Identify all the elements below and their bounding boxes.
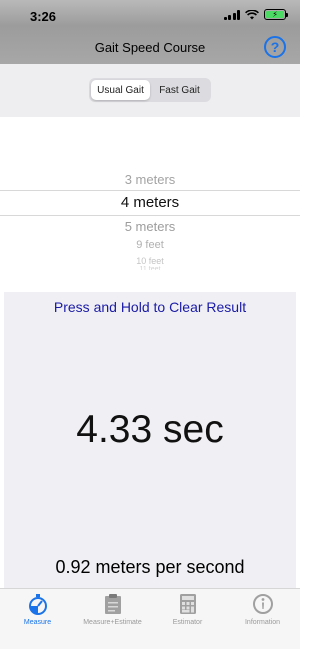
tab-label: Measure+Estimate	[83, 619, 142, 626]
tab-estimator[interactable]: Estimator	[150, 589, 225, 649]
calculator-icon	[175, 592, 201, 616]
cellular-signal-icon	[223, 9, 240, 20]
clipboard-icon	[100, 592, 126, 616]
tab-label: Information	[244, 619, 281, 626]
gait-speed-result: 0.92 meters per second	[55, 557, 245, 577]
gait-segmented-control: Usual Gait Fast Gait	[89, 78, 211, 102]
tab-measure-estimate[interactable]: Measure+Estimate	[75, 589, 150, 649]
usual-gait-segment[interactable]: Usual Gait	[91, 80, 150, 100]
tab-label: Measure	[23, 619, 52, 626]
help-button[interactable]: ?	[264, 36, 286, 58]
navigation-header: 3:26 ⚡ Gait Speed Course ?	[0, 0, 300, 64]
picker-selection-top-line	[0, 190, 300, 191]
status-icons: ⚡	[223, 9, 288, 20]
picker-item[interactable]: 5 meters	[0, 219, 300, 234]
tab-measure[interactable]: Measure	[0, 589, 75, 649]
picker-item[interactable]: 10 feet	[0, 256, 300, 266]
picker-item-selected[interactable]: 4 meters	[0, 194, 300, 211]
page-title: Gait Speed Course	[94, 40, 206, 55]
distance-picker[interactable]: 3 meters 4 meters 5 meters 9 feet 10 fee…	[0, 117, 300, 292]
fast-gait-segment[interactable]: Fast Gait	[150, 80, 209, 100]
picker-item[interactable]: 3 meters	[0, 172, 300, 187]
tab-bar: Measure Measure+Estimate Estimator Infor…	[0, 588, 300, 649]
picker-selection-bottom-line	[0, 215, 300, 216]
result-panel[interactable]: Press and Hold to Clear Result 4.33 sec …	[4, 292, 296, 588]
tab-information[interactable]: Information	[225, 589, 300, 649]
battery-charging-icon: ⚡	[266, 10, 284, 18]
info-icon	[250, 592, 276, 616]
picker-item[interactable]: 9 feet	[0, 239, 300, 251]
tab-label: Estimator	[172, 619, 203, 626]
picker-item[interactable]: 11 feet	[0, 266, 300, 270]
wifi-icon	[245, 9, 259, 19]
elapsed-time: 4.33 sec	[76, 408, 224, 451]
stopwatch-icon	[25, 592, 51, 616]
clear-result-hint: Press and Hold to Clear Result	[53, 299, 247, 315]
gait-mode-area: Usual Gait Fast Gait	[0, 64, 300, 117]
battery-icon: ⚡	[264, 9, 288, 20]
status-time: 3:26	[30, 9, 57, 24]
